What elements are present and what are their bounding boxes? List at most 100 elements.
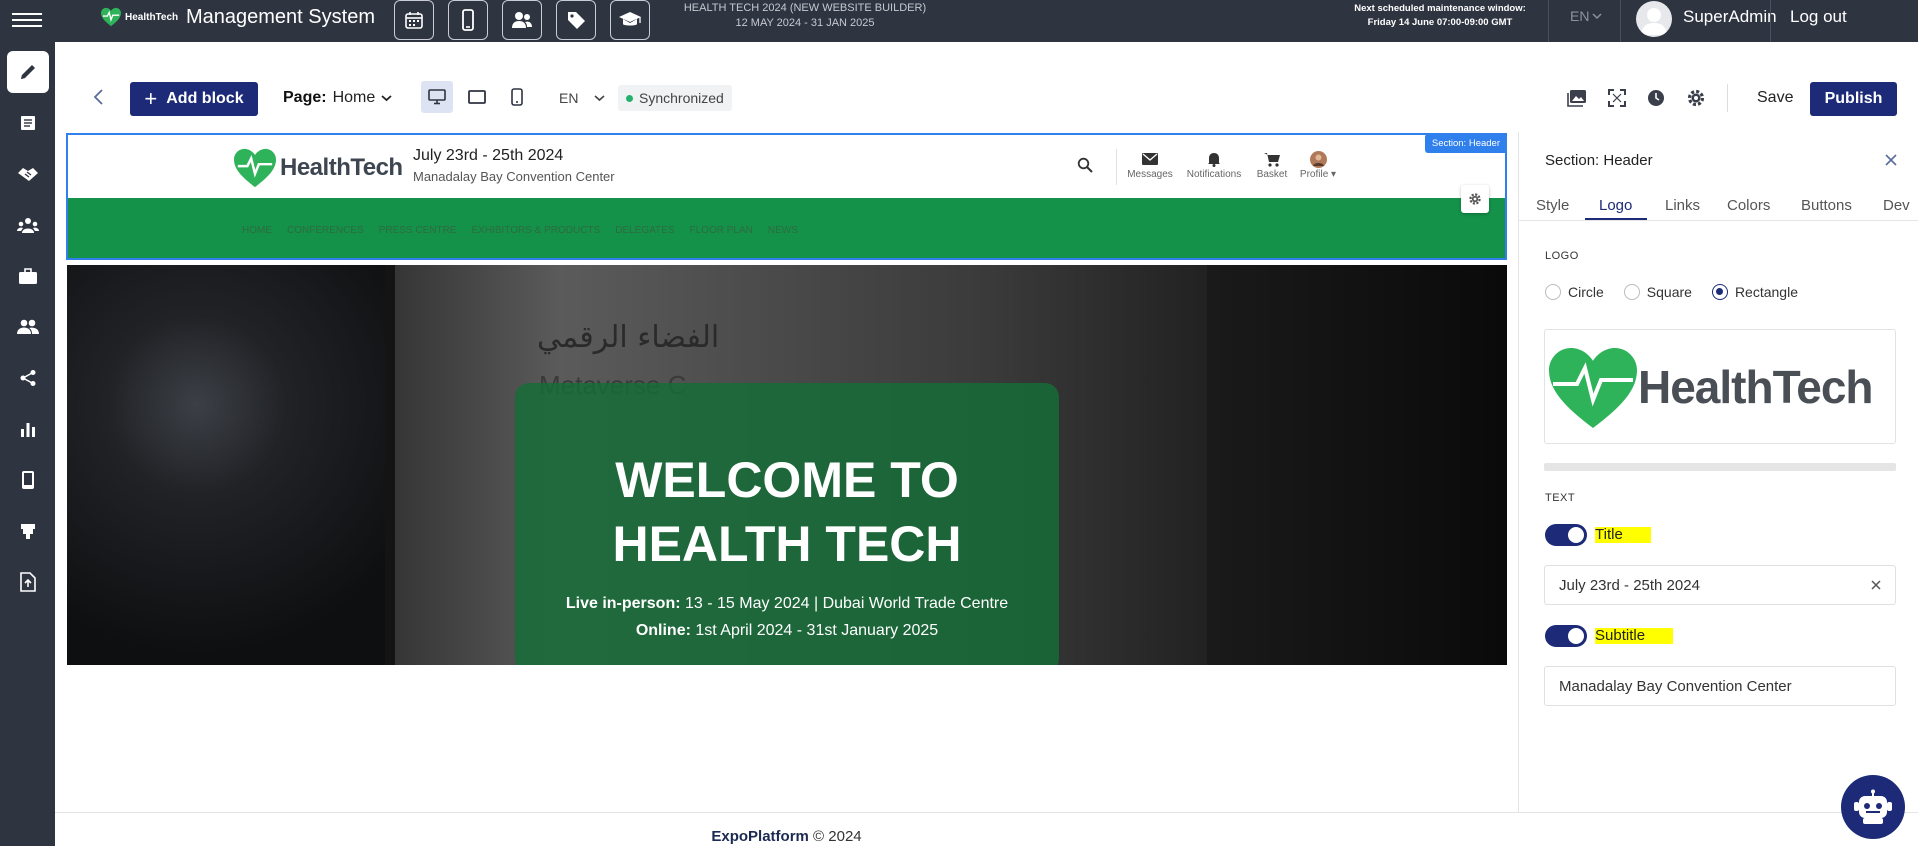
section-settings-button[interactable] <box>1461 185 1489 213</box>
subtitle-toggle[interactable] <box>1545 625 1587 647</box>
back-button[interactable] <box>89 87 109 107</box>
tab-dev[interactable]: Dev <box>1883 197 1910 214</box>
title-input-value: July 23rd - 25th 2024 <box>1559 576 1700 594</box>
save-button[interactable]: Save <box>1757 89 1793 107</box>
nav-item-editor[interactable] <box>7 51 49 93</box>
panel-close-button[interactable] <box>1883 152 1899 168</box>
nav-item-import[interactable] <box>7 561 49 603</box>
logout-button[interactable]: Log out <box>1790 7 1847 27</box>
desktop-view-button[interactable] <box>421 81 453 113</box>
hamburger-menu-icon[interactable] <box>12 9 42 33</box>
preview-messages-label: Messages <box>1127 169 1173 180</box>
section-settings-panel: Section: Header Style Logo Links Colors … <box>1518 132 1918 812</box>
profile-avatar-icon <box>1309 150 1327 168</box>
nav-item-partners[interactable] <box>7 153 49 195</box>
nav-item-mobile[interactable] <box>7 459 49 501</box>
mobile-view-button[interactable] <box>501 81 533 113</box>
sync-dot-icon <box>626 94 633 102</box>
calendar-icon <box>405 12 423 29</box>
shape-option-rectangle[interactable]: Rectangle <box>1711 284 1798 300</box>
education-button[interactable] <box>610 0 650 40</box>
event-info[interactable]: HEALTH TECH 2024 (NEW WEBSITE BUILDER) 1… <box>660 1 950 31</box>
preview-nav-home[interactable]: HOME <box>242 225 272 236</box>
hero-section[interactable]: الفضاء الرقمي Metaverse C WELCOME TO HEA… <box>67 265 1507 665</box>
preview-profile-label: Profile ▾ <box>1299 169 1337 180</box>
preview-nav-news[interactable]: NEWS <box>768 225 798 236</box>
preview-profile[interactable]: Profile ▾ <box>1296 149 1340 180</box>
nav-item-analytics[interactable] <box>7 408 49 450</box>
sync-status-text: Synchronized <box>639 90 724 106</box>
title-toggle-row: Title <box>1545 524 1651 546</box>
footer-brand[interactable]: ExpoPlatform <box>711 828 809 845</box>
top-divider <box>1620 0 1621 42</box>
preview-notifications[interactable]: Notifications <box>1182 149 1246 180</box>
calendar-button[interactable] <box>394 0 434 40</box>
preview-messages[interactable]: Messages <box>1126 149 1174 180</box>
shape-option-square[interactable]: Square <box>1623 284 1692 300</box>
publish-button[interactable]: Publish <box>1810 82 1897 116</box>
add-block-button[interactable]: + Add block <box>130 82 258 116</box>
people-button[interactable] <box>502 0 542 40</box>
tab-style[interactable]: Style <box>1536 197 1569 214</box>
preview-basket[interactable]: Basket <box>1252 149 1292 180</box>
preview-search-button[interactable] <box>1077 157 1093 178</box>
tablet-view-button[interactable] <box>461 81 493 113</box>
history-button[interactable] <box>1645 87 1667 109</box>
tab-buttons[interactable]: Buttons <box>1801 197 1852 214</box>
radio-selected-icon <box>1711 284 1728 300</box>
preview-language-selector[interactable]: EN <box>559 90 605 106</box>
nav-item-people[interactable] <box>7 306 49 348</box>
hero-online-info: Online: 1st April 2024 - 31st January 20… <box>515 622 1059 640</box>
bell-icon <box>1208 153 1220 167</box>
nav-item-organization[interactable] <box>7 204 49 246</box>
subtitle-toggle-row: Subtitle <box>1545 625 1674 647</box>
language-selector[interactable]: EN <box>1570 8 1602 24</box>
subtitle-toggle-label: Subtitle <box>1595 628 1674 644</box>
nav-item-share[interactable] <box>7 357 49 399</box>
preview-nav: HOME CONFERENCES PRESS CENTRE EXHIBITORS… <box>242 225 798 236</box>
document-icon <box>21 116 35 130</box>
heart-logo-icon <box>101 7 121 27</box>
cart-icon <box>1264 152 1280 167</box>
preview-logo[interactable]: HealthTech <box>232 147 403 189</box>
mobile-button[interactable] <box>448 0 488 40</box>
tag-button[interactable] <box>556 0 596 40</box>
nav-item-exhibitors[interactable] <box>7 255 49 297</box>
editor-canvas[interactable]: HealthTech July 23rd - 25th 2024 Manadal… <box>55 132 1518 812</box>
preview-nav-exhibitors[interactable]: EXHIBITORS & PRODUCTS <box>471 225 600 236</box>
tab-colors[interactable]: Colors <box>1727 197 1770 214</box>
media-library-button[interactable] <box>1566 87 1588 109</box>
preview-nav-press-centre[interactable]: PRESS CENTRE <box>379 225 457 236</box>
mobile-icon <box>511 88 523 106</box>
upload-progress-bar <box>1544 463 1896 471</box>
logo-upload-preview[interactable]: HealthTech <box>1544 329 1896 444</box>
top-logo[interactable]: HealthTech <box>100 7 178 27</box>
settings-button[interactable] <box>1685 87 1707 109</box>
top-bar: HealthTech Management System HEALTH TECH… <box>0 0 1918 42</box>
add-block-label: Add block <box>166 90 244 107</box>
title-toggle[interactable] <box>1545 524 1587 546</box>
nav-item-pages[interactable] <box>7 102 49 144</box>
close-icon <box>1885 154 1897 166</box>
page-value: Home <box>332 89 376 106</box>
title-clear-button[interactable] <box>1869 578 1883 592</box>
tab-logo[interactable]: Logo <box>1599 197 1632 214</box>
fullscreen-button[interactable] <box>1606 87 1628 109</box>
preview-nav-delegates[interactable]: DELEGATES <box>615 225 674 236</box>
shape-option-circle[interactable]: Circle <box>1545 284 1604 300</box>
tag-icon <box>568 12 585 29</box>
user-name[interactable]: SuperAdmin <box>1683 7 1777 27</box>
page-selector[interactable]: Page: Home <box>283 89 392 107</box>
logo-preview-text: HealthTech <box>1638 361 1874 413</box>
hero-background-left <box>67 265 387 665</box>
subtitle-input[interactable]: Manadalay Bay Convention Center <box>1544 666 1896 706</box>
avatar[interactable] <box>1636 1 1672 37</box>
tab-links[interactable]: Links <box>1665 197 1700 214</box>
preview-nav-conferences[interactable]: CONFERENCES <box>287 225 364 236</box>
nav-item-booths[interactable] <box>7 510 49 552</box>
preview-nav-floor-plan[interactable]: FLOOR PLAN <box>690 225 753 236</box>
title-input[interactable]: July 23rd - 25th 2024 <box>1544 565 1896 605</box>
hero-title-line2: HEALTH TECH <box>612 516 962 572</box>
chatbot-button[interactable] <box>1841 775 1905 839</box>
preview-header-section[interactable]: HealthTech July 23rd - 25th 2024 Manadal… <box>66 133 1507 260</box>
